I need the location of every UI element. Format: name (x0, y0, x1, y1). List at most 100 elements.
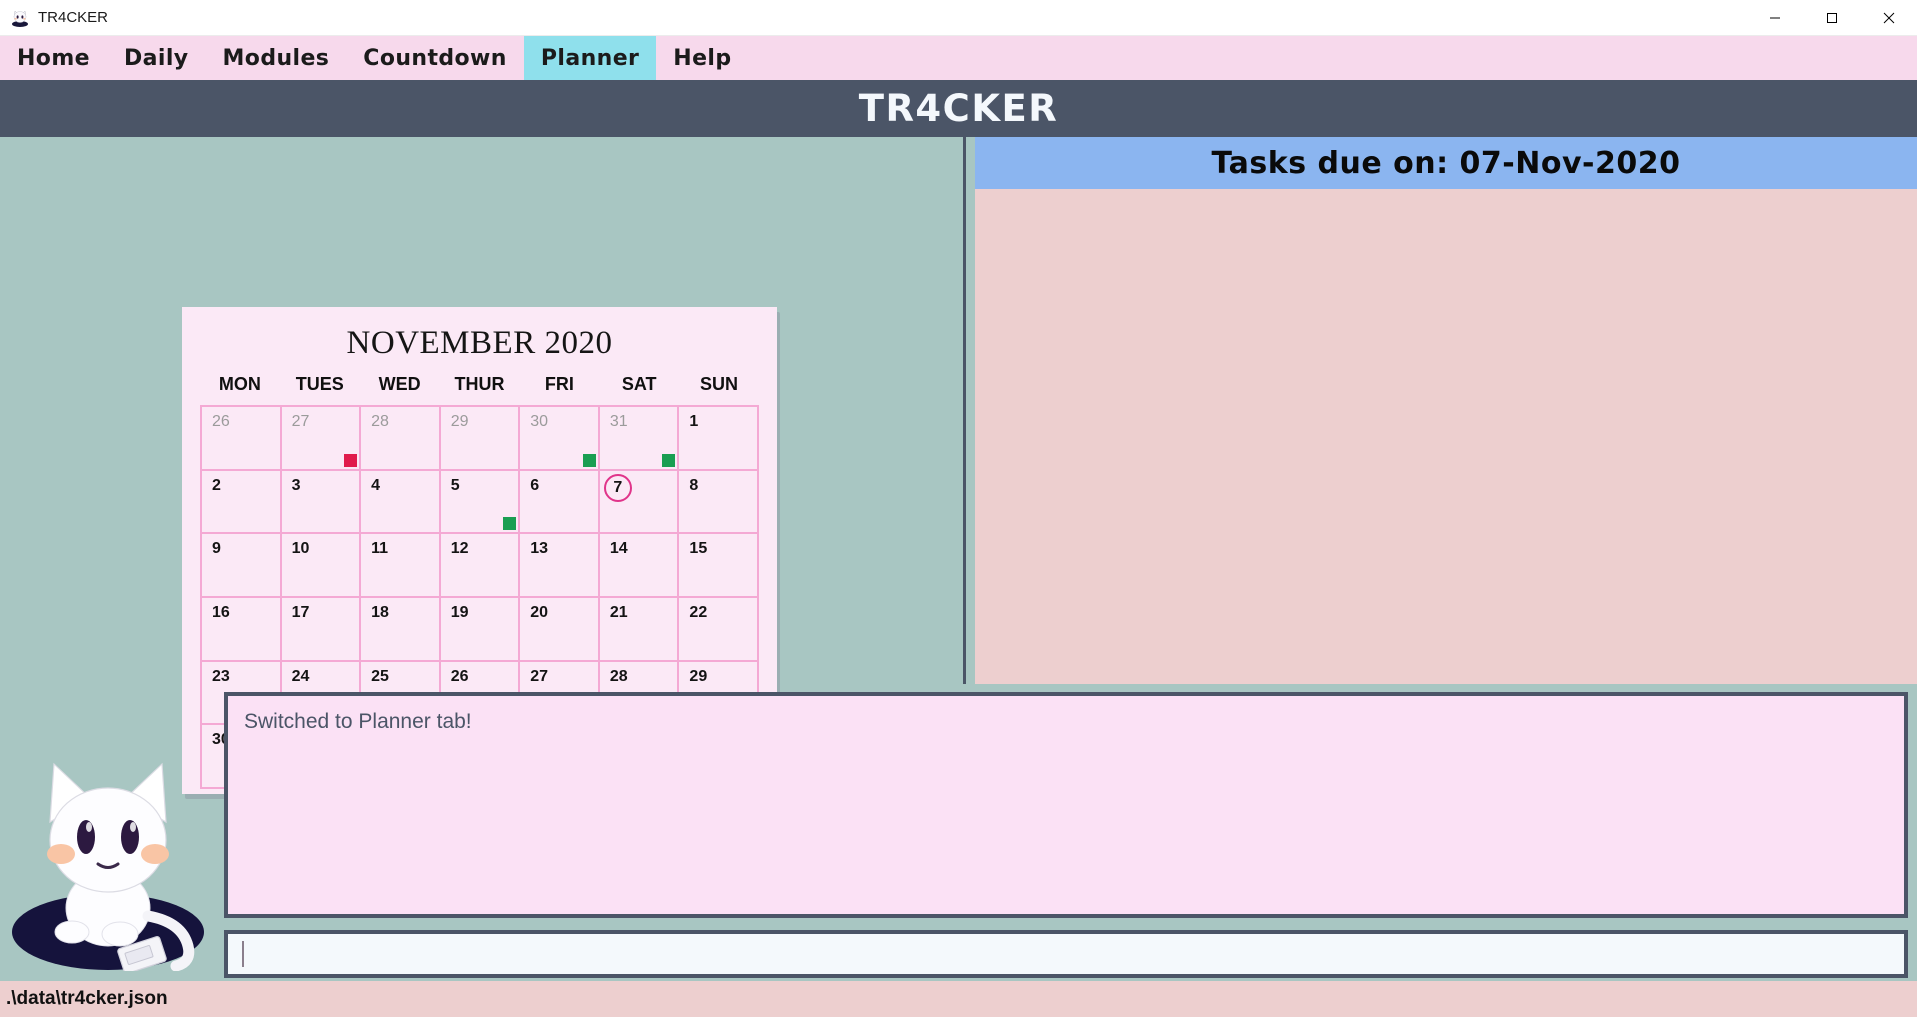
calendar-day-cell[interactable]: 4 (361, 470, 441, 535)
calendar-day-number: 25 (371, 667, 389, 685)
calendar-day-cell[interactable]: 29 (440, 407, 521, 471)
calendar-day-cell[interactable]: 12 (440, 534, 521, 598)
calendar-day-number: 21 (609, 604, 628, 621)
calendar-day-cell[interactable]: 15 (679, 534, 759, 598)
main-content: NOVEMBER 2020 MON TUES WED THUR FRI SAT … (0, 137, 1917, 981)
calendar-day-number: 22 (689, 604, 708, 621)
console-area: Switched to Planner tab! (0, 684, 1917, 981)
tasks-header-title: Tasks due on: 07-Nov-2020 (1211, 145, 1681, 181)
calendar-day-number: 12 (450, 540, 469, 558)
close-button[interactable] (1860, 0, 1917, 35)
calendar-day-cell[interactable]: 14 (599, 534, 680, 598)
calendar-day-number: 17 (291, 604, 310, 621)
calendar-day-cell[interactable]: 18 (361, 598, 441, 662)
calendar-task-marker-green (582, 453, 596, 467)
statusbar-path: .\data\tr4cker.json (6, 988, 168, 1009)
calendar-day-cell[interactable]: 27 (281, 407, 362, 471)
calendar-day-cell[interactable]: 9 (202, 534, 282, 598)
console-output-box: Switched to Planner tab! (224, 692, 1908, 918)
main-menubar: Home Daily Modules Countdown Planner Hel… (0, 36, 1917, 80)
calendar-day-number: 29 (450, 413, 469, 430)
calendar-pane: NOVEMBER 2020 MON TUES WED THUR FRI SAT … (0, 137, 963, 799)
day-header-sun: SUN (700, 374, 739, 394)
calendar-day-number: 31 (609, 413, 628, 430)
calendar-day-cell[interactable]: 3 (281, 470, 362, 535)
calendar-day-number: 1 (689, 413, 699, 430)
calendar-day-cell[interactable]: 11 (361, 534, 441, 598)
calendar-day-number: 4 (371, 476, 381, 494)
calendar-day-cell[interactable]: 6 (520, 470, 600, 535)
calendar-day-number: 20 (530, 604, 549, 621)
calendar-day-number: 27 (291, 413, 310, 430)
menu-item-planner[interactable]: Planner (523, 36, 657, 80)
calendar-day-cell[interactable]: 5 (440, 470, 521, 535)
menu-item-modules[interactable]: Modules (206, 36, 347, 80)
day-header-fri: FRI (544, 374, 574, 394)
calendar-day-cell[interactable]: 1 (679, 407, 759, 471)
menu-item-daily[interactable]: Daily (107, 36, 206, 80)
calendar-day-number: 28 (609, 667, 628, 685)
console-output-text: Switched to Planner tab! (244, 710, 472, 733)
calendar-day-number: 5 (450, 476, 460, 494)
calendar-day-number: 14 (609, 540, 628, 558)
calendar-day-number: 11 (371, 540, 389, 558)
calendar-day-cell[interactable]: 31 (599, 407, 680, 471)
calendar-day-number: 2 (212, 476, 221, 494)
console-input-box[interactable] (224, 930, 1908, 978)
app-banner-title: TR4CKER (858, 87, 1059, 130)
maximize-button[interactable] (1803, 0, 1860, 35)
calendar-day-number: 19 (450, 604, 469, 621)
calendar-month-title: NOVEMBER 2020 (346, 325, 613, 361)
calendar-day-number: 29 (689, 667, 708, 685)
day-header-mon: MON (218, 374, 261, 394)
calendar-day-number: 16 (212, 604, 230, 621)
menu-item-home[interactable]: Home (0, 36, 107, 80)
calendar-day-number: 8 (689, 476, 699, 494)
calendar-day-cell[interactable]: 28 (361, 407, 441, 471)
calendar-day-cell[interactable]: 16 (202, 598, 282, 662)
calendar-day-number: 30 (530, 413, 549, 430)
statusbar: .\data\tr4cker.json (0, 981, 1917, 1017)
cat-mascot (8, 736, 220, 974)
calendar-day-number: 6 (530, 476, 540, 494)
top-split: NOVEMBER 2020 MON TUES WED THUR FRI SAT … (0, 137, 1917, 799)
tasks-list[interactable] (975, 189, 1917, 684)
app-banner: TR4CKER (0, 80, 1917, 137)
calendar-day-cell[interactable]: 30 (520, 407, 600, 471)
calendar-day-number: 26 (450, 667, 469, 685)
calendar-day-cell[interactable]: 22 (679, 598, 759, 662)
calendar-day-cell[interactable]: 21 (599, 598, 680, 662)
tasks-header: Tasks due on: 07-Nov-2020 (975, 137, 1917, 189)
text-cursor-icon (242, 941, 244, 967)
menu-item-countdown[interactable]: Countdown (346, 36, 524, 80)
day-header-sat: SAT (621, 374, 657, 394)
calendar-day-number: 28 (371, 413, 389, 430)
calendar-task-marker-green (503, 517, 517, 531)
calendar-day-number: 3 (291, 476, 301, 494)
window-titlebar: TR4CKER (0, 0, 1917, 36)
calendar-day-cell[interactable]: 17 (281, 598, 362, 662)
calendar-task-marker-green (662, 453, 676, 467)
calendar-day-cell[interactable]: 10 (281, 534, 362, 598)
minimize-button[interactable] (1746, 0, 1803, 35)
calendar-day-cell[interactable]: 19 (440, 598, 521, 662)
cat-app-icon (10, 8, 30, 28)
calendar-day-cell[interactable]: 7 (599, 470, 680, 535)
window-title: TR4CKER (38, 9, 109, 26)
calendar-day-headers: MON TUES WED THUR FRI SAT SUN (200, 368, 759, 405)
calendar-day-cell[interactable]: 8 (679, 470, 759, 535)
calendar-day-number: 9 (212, 540, 221, 558)
calendar-day-number: 13 (530, 540, 549, 558)
calendar-day-number: 7 (603, 473, 632, 502)
calendar-day-cell[interactable]: 2 (202, 470, 282, 535)
calendar-day-number: 26 (212, 413, 230, 430)
day-header-thur: THUR (454, 374, 505, 394)
calendar-day-cell[interactable]: 20 (520, 598, 600, 662)
calendar-day-number: 27 (530, 667, 549, 685)
calendar-day-cell[interactable]: 13 (520, 534, 600, 598)
day-header-wed: WED (378, 374, 421, 394)
calendar-day-cell[interactable]: 26 (202, 407, 282, 471)
day-header-tues: TUES (295, 374, 344, 394)
calendar-day-number: 15 (689, 540, 708, 558)
menu-item-help[interactable]: Help (656, 36, 748, 80)
